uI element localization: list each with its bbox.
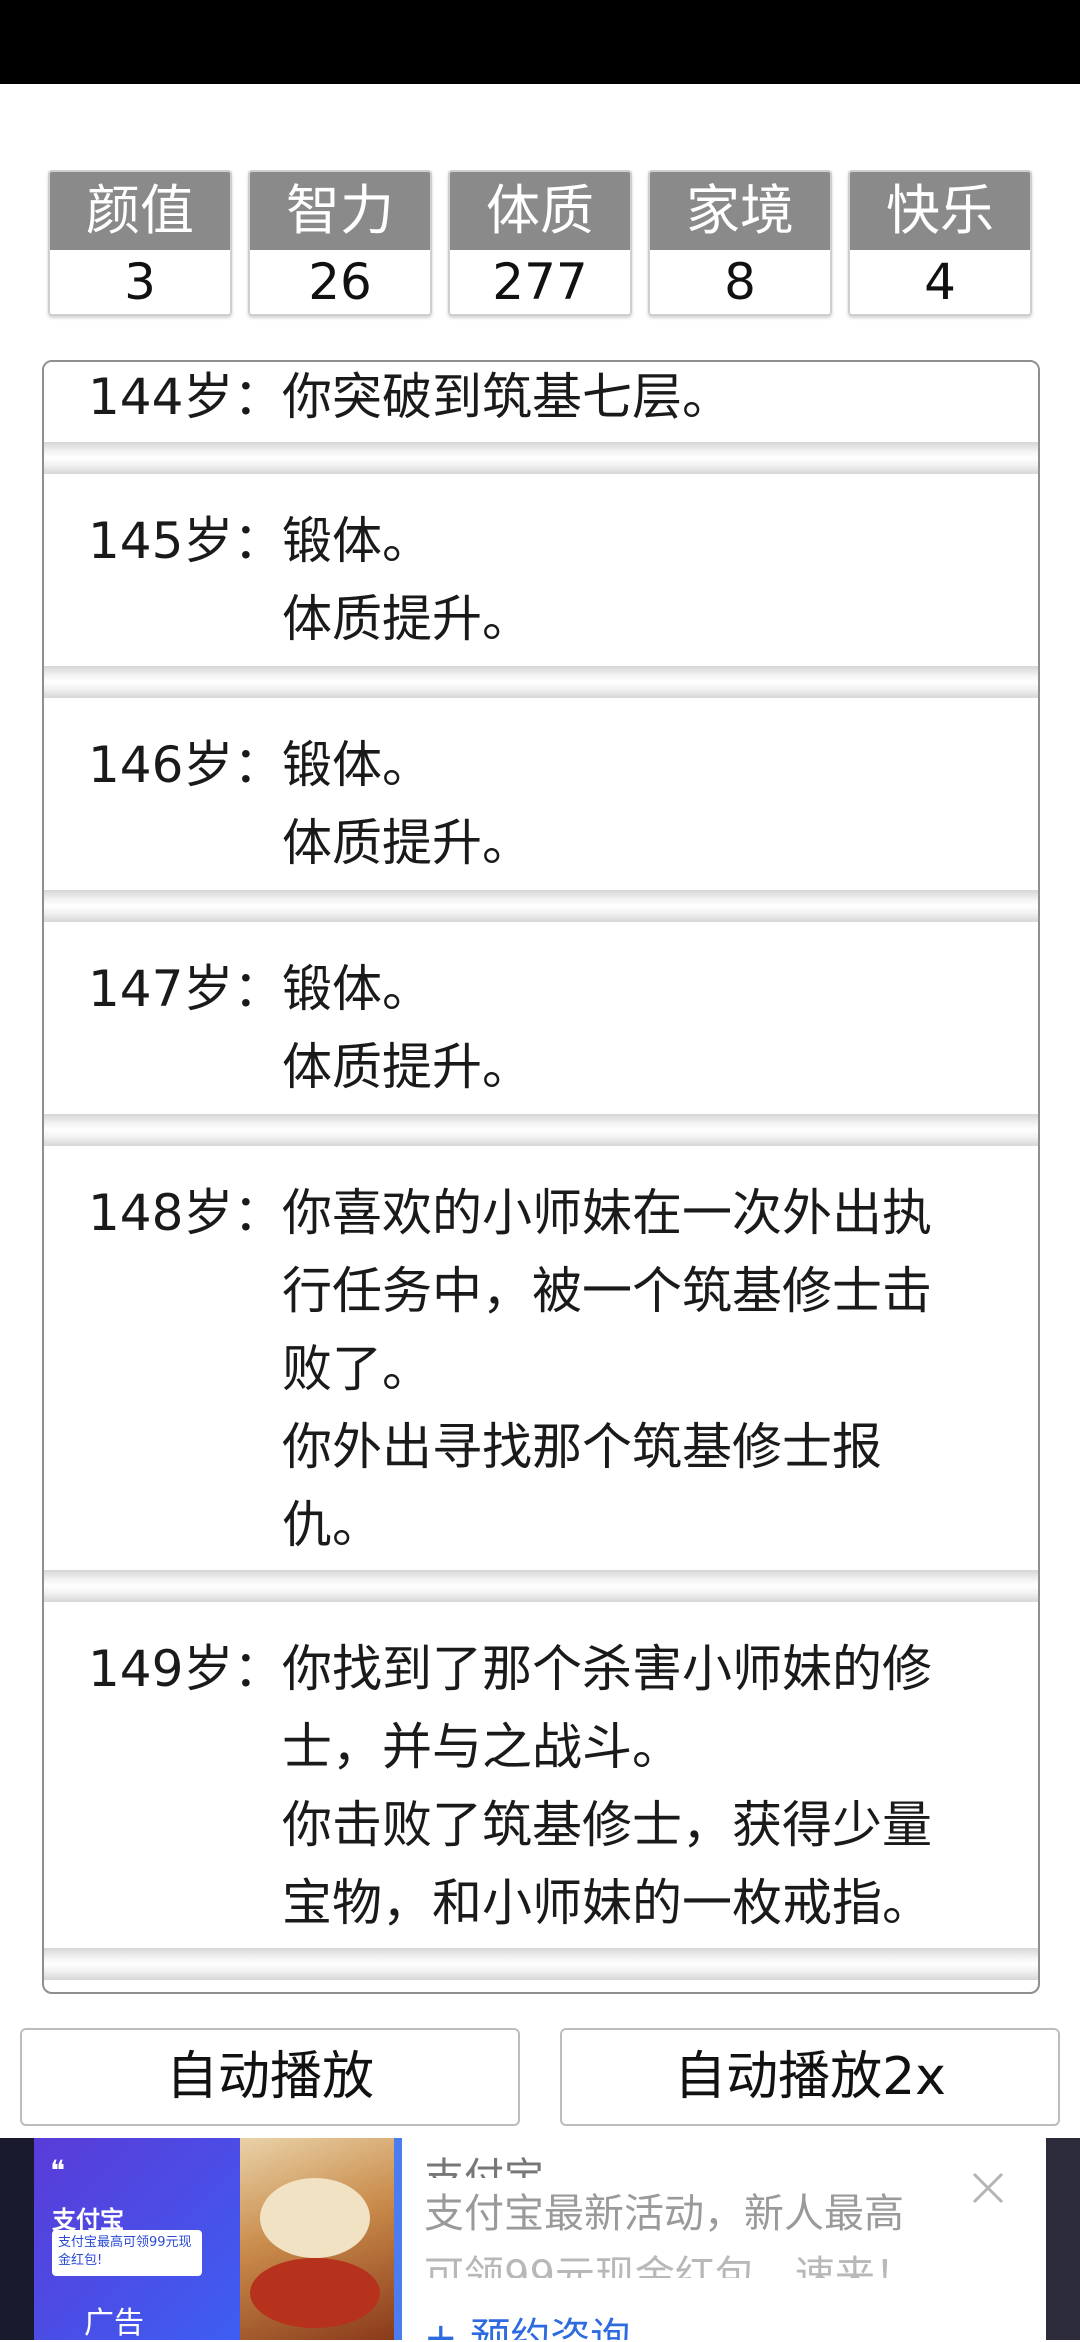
log-divider [44, 1948, 1038, 1980]
ad-title: 支付宝 [424, 2155, 544, 2178]
log-line: 你喜欢的小师妹在一次外出执 [282, 1184, 932, 1242]
log-entry: 146岁： 锻体。 体质提升。 [44, 698, 1038, 890]
log-line: 体质提升。 [282, 814, 532, 872]
stat-family: 家境 8 [648, 170, 832, 316]
log-line: 锻体。 [282, 960, 432, 1018]
stat-label: 家境 [650, 172, 830, 250]
attribute-stats: 颜值 3 智力 26 体质 277 家境 8 快乐 4 [48, 170, 1032, 316]
ad-banner[interactable]: ❝ 支付宝 支付宝最高可领99元现金红包! 广告 支付宝 支付宝最新活动，新人最… [0, 2138, 1080, 2341]
log-line: 你击败了筑基修士，获得少量 [282, 1796, 932, 1854]
ad-strip [394, 2138, 402, 2340]
log-text: 锻体。 体质提升。 [282, 726, 1022, 882]
status-bar [0, 0, 1080, 84]
ad-edge [1046, 2138, 1080, 2340]
stat-value: 4 [924, 253, 956, 311]
stat-value: 8 [724, 253, 756, 311]
dish-shape [250, 2258, 380, 2328]
log-entry: 148岁： 你喜欢的小师妹在一次外出执 行任务中，被一个筑基修士击 败了。 你外… [44, 1146, 1038, 1570]
log-text: 你突破到筑基七层。 [282, 362, 1022, 436]
log-line: 你突破到筑基七层。 [282, 368, 732, 426]
event-log[interactable]: 144岁： 你突破到筑基七层。 145岁： 锻体。 体质提升。 146岁： 锻体… [42, 360, 1040, 1994]
stat-constitution: 体质 277 [448, 170, 632, 316]
log-line: 仇。 [282, 1496, 382, 1554]
log-line: 你找到了那个杀害小师妹的修 [282, 1640, 932, 1698]
log-divider [44, 442, 1038, 474]
log-line: 锻体。 [282, 736, 432, 794]
ad-cta-link[interactable]: + 预约咨询 [424, 2310, 630, 2340]
stat-value: 3 [124, 253, 156, 311]
stat-label: 智力 [250, 172, 430, 250]
log-line: 你外出寻找那个筑基修士报 [282, 1418, 882, 1476]
ad-description: 支付宝最新活动，新人最高 [424, 2191, 904, 2237]
auto-play-2x-button[interactable]: 自动播放2x [560, 2028, 1060, 2126]
auto-play-button[interactable]: 自动播放 [20, 2028, 520, 2126]
log-entry: 144岁： 你突破到筑基七层。 [44, 362, 1038, 442]
close-icon[interactable] [966, 2166, 1010, 2210]
log-entry: 147岁： 锻体。 体质提升。 [44, 922, 1038, 1114]
log-text: 锻体。 体质提升。 [282, 950, 1022, 1106]
ad-promo-box: 支付宝最高可领99元现金红包! [52, 2230, 202, 2276]
log-divider [44, 1570, 1038, 1602]
log-text: 你喜欢的小师妹在一次外出执 行任务中，被一个筑基修士击 败了。 你外出寻找那个筑… [282, 1174, 1022, 1564]
log-line: 行任务中，被一个筑基修士击 [282, 1262, 932, 1320]
log-text: 你找到了那个杀害小师妹的修 士，并与之战斗。 你击败了筑基修士，获得少量 宝物，… [282, 1630, 1022, 1942]
log-entry: 145岁： 锻体。 体质提升。 [44, 474, 1038, 666]
log-line: 士，并与之战斗。 [282, 1718, 682, 1776]
log-entry: 149岁： 你找到了那个杀害小师妹的修 士，并与之战斗。 你击败了筑基修士，获得… [44, 1602, 1038, 1948]
ad-brand-image[interactable]: ❝ 支付宝 支付宝最高可领99元现金红包! 广告 [34, 2138, 240, 2341]
stat-value: 277 [492, 253, 588, 311]
log-line: 宝物，和小师妹的一枚戒指。 [282, 1874, 932, 1932]
log-line: 锻体。 [282, 512, 432, 570]
log-text: 锻体。 体质提升。 [282, 502, 1022, 658]
quote-icon: ❝ [50, 2154, 66, 2187]
ad-tag: 广告 [84, 2306, 144, 2341]
log-line: 体质提升。 [282, 1038, 532, 1096]
stat-label: 体质 [450, 172, 630, 250]
ad-edge [0, 2138, 34, 2340]
plate-shape [260, 2178, 370, 2258]
log-divider [44, 666, 1038, 698]
log-divider [44, 890, 1038, 922]
log-line: 败了。 [282, 1340, 432, 1398]
stat-intelligence: 智力 26 [248, 170, 432, 316]
log-line: 体质提升。 [282, 590, 532, 648]
stat-label: 快乐 [850, 172, 1030, 250]
log-divider [44, 1114, 1038, 1146]
stat-happiness: 快乐 4 [848, 170, 1032, 316]
ad-food-image[interactable] [240, 2138, 394, 2340]
stat-label: 颜值 [50, 172, 230, 250]
stat-value: 26 [308, 253, 372, 311]
ad-description-cont: 可领99元现金红包，速来！ [424, 2253, 915, 2278]
stat-appearance: 颜值 3 [48, 170, 232, 316]
